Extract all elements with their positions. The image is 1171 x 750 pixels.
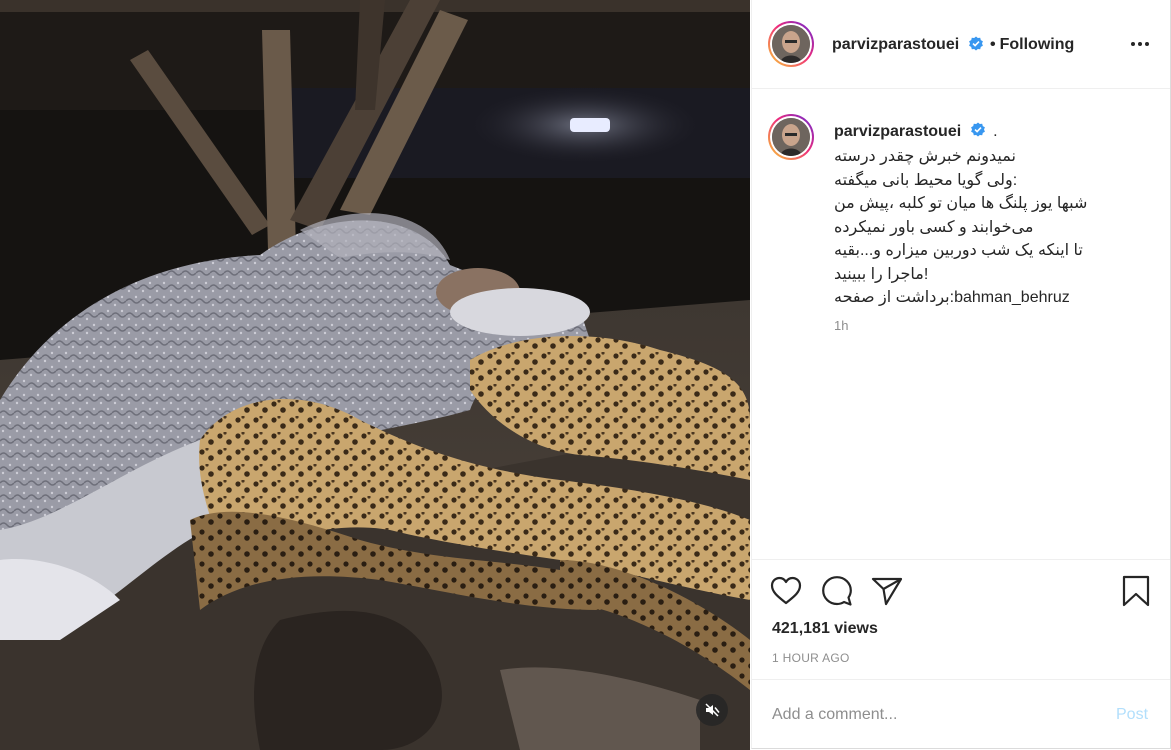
- post-header: parvizparastouei • Following: [752, 0, 1170, 89]
- like-button[interactable]: [770, 576, 802, 611]
- caption-section: parvizparastouei . نمیدونم خبرش چقدر درس…: [752, 89, 1170, 559]
- caption-suffix: .: [993, 123, 998, 140]
- caption-line: ماجرا را ببینید!: [834, 265, 929, 283]
- caption-avatar[interactable]: [768, 114, 814, 160]
- following-status[interactable]: • Following: [990, 36, 1074, 54]
- verified-badge-icon: [970, 122, 985, 137]
- view-count[interactable]: 421,181 views: [772, 620, 878, 638]
- comment-button[interactable]: [821, 575, 853, 612]
- video-frame: [0, 0, 750, 750]
- mute-toggle-button[interactable]: [696, 694, 728, 726]
- post-video[interactable]: [0, 0, 750, 750]
- share-button[interactable]: [871, 576, 903, 611]
- paper-plane-icon: [871, 577, 903, 606]
- avatar-photo-icon: [772, 25, 810, 63]
- caption-line: می‌خوابند و کسی باور نمیکرده: [834, 218, 1034, 236]
- post-actions: 421,181 views 1 HOUR AGO: [752, 559, 1170, 680]
- post-time-ago[interactable]: 1 HOUR AGO: [772, 651, 850, 665]
- heart-icon: [770, 576, 802, 605]
- caption-line: برداشت از صفحه:bahman_behruz: [834, 289, 1070, 306]
- caption-timestamp[interactable]: 1h: [834, 318, 848, 333]
- speaker-muted-icon: [705, 703, 720, 717]
- caption-text: نمیدونم خبرش چقدر درسته ولی گویا محیط با…: [834, 145, 1134, 310]
- post-details-panel: parvizparastouei • Following parvizparas…: [751, 0, 1171, 749]
- caption-author-line: parvizparastouei .: [834, 122, 998, 141]
- comment-icon: [822, 576, 852, 606]
- author-avatar[interactable]: [768, 21, 814, 67]
- verified-badge: [968, 36, 984, 57]
- comment-input[interactable]: [770, 702, 1094, 728]
- caption-line: نمیدونم خبرش چقدر درسته: [834, 148, 1016, 165]
- caption-line: ولی گویا محیط بانی میگفته:: [834, 171, 1018, 189]
- caption-username[interactable]: parvizparastouei: [834, 123, 961, 140]
- avatar-photo-icon: [772, 118, 810, 156]
- caption-line: تا اینکه یک شب دوربین میزاره و...بقیه: [834, 242, 1083, 259]
- comment-form: Post: [752, 679, 1170, 749]
- save-button[interactable]: [1122, 575, 1150, 612]
- caption-line: شبها یوز پلنگ ها میان تو کلبه ،پیش من: [834, 195, 1088, 212]
- more-options-icon: [1131, 42, 1149, 46]
- post-comment-button[interactable]: Post: [1116, 706, 1148, 724]
- header-username[interactable]: parvizparastouei: [832, 36, 959, 54]
- following-label: Following: [999, 36, 1075, 53]
- more-options-button[interactable]: [1126, 32, 1154, 56]
- bookmark-icon: [1122, 575, 1150, 607]
- verified-badge-icon: [969, 36, 983, 51]
